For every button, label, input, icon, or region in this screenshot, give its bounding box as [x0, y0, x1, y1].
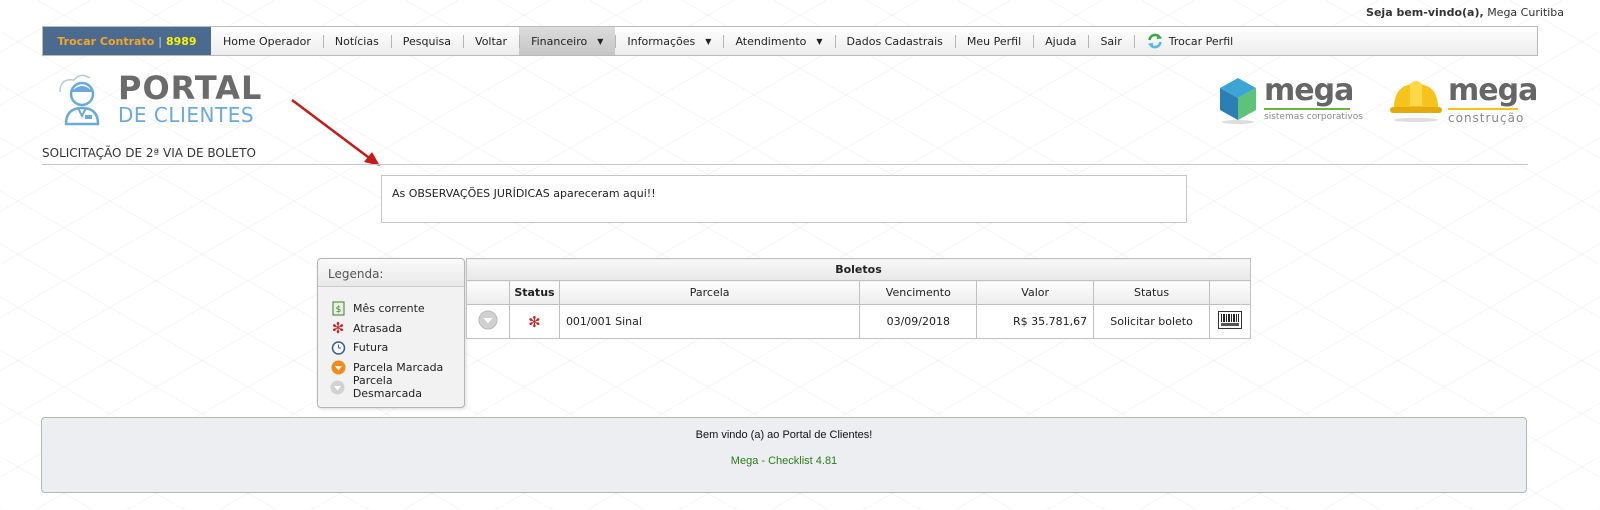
- page-title: SOLICITAÇÃO DE 2ª VIA DE BOLETO: [42, 146, 1528, 165]
- svg-text:$: $: [335, 305, 341, 315]
- document-icon: $: [330, 301, 346, 317]
- nav-label: Dados Cadastrais: [846, 34, 943, 48]
- portal-title-line1: PORTAL: [118, 69, 263, 107]
- contract-separator: |: [158, 34, 162, 48]
- nav-voltar[interactable]: Voltar: [463, 27, 519, 55]
- trocar-contrato-button[interactable]: Trocar Contrato | 8989: [43, 27, 211, 55]
- legend-label: Futura: [353, 341, 389, 355]
- vencimento-cell: 03/09/2018: [859, 304, 978, 339]
- legend-item: ✻ Atrasada: [330, 319, 464, 339]
- gray-circle-down-icon: [330, 379, 346, 395]
- column-header-parcela: Parcela: [558, 280, 861, 305]
- nav-ajuda[interactable]: Ajuda: [1033, 27, 1088, 55]
- customer-avatar-icon: [59, 74, 100, 126]
- legend-title: Legenda:: [318, 259, 464, 287]
- nav-label: Notícias: [334, 34, 379, 48]
- orange-circle-down-icon: [330, 360, 346, 376]
- nav-meu-perfil[interactable]: Meu Perfil: [954, 27, 1033, 55]
- asterisk-icon: ✻: [331, 319, 345, 338]
- chevron-down-icon: ▼: [816, 36, 823, 46]
- nav-noticias[interactable]: Notícias: [322, 27, 391, 55]
- welcome-prefix: Seja bem-vindo(a),: [1366, 6, 1484, 19]
- footer-panel: Bem vindo (a) ao Portal de Clientes! Meg…: [41, 417, 1527, 493]
- observacoes-juridicas-box: As OBSERVAÇÕES JURÍDICAS apareceram aqui…: [381, 175, 1187, 223]
- boletos-table: Boletos Status Parcela Vencimento Valor …: [466, 258, 1252, 339]
- status-icon-cell: ✻: [508, 304, 560, 339]
- nav-label: Voltar: [475, 34, 508, 48]
- nav-informacoes[interactable]: Informações ▼: [615, 27, 723, 55]
- hard-hat-icon: [1390, 81, 1442, 122]
- nav-home-operador[interactable]: Home Operador: [211, 27, 323, 55]
- column-header-status-icon: Status: [508, 280, 560, 305]
- legend-label: Atrasada: [353, 321, 403, 335]
- chevron-down-icon: ▼: [705, 36, 712, 46]
- legend-panel: Legenda: $ Mês corrente ✻ Atrasada Futur…: [317, 258, 465, 408]
- refresh-icon: [1147, 33, 1162, 49]
- observation-text: As OBSERVAÇÕES JURÍDICAS apareceram aqui…: [392, 187, 656, 200]
- nav-label: Sair: [1100, 34, 1122, 48]
- select-parcela-toggle-icon[interactable]: [478, 310, 498, 330]
- footer-version: Mega - Checklist 4.81: [730, 455, 838, 467]
- mega-cube-icon: [1220, 78, 1256, 124]
- footer-welcome: Bem vindo (a) ao Portal de Clientes!: [695, 429, 873, 441]
- nav-label: Meu Perfil: [966, 34, 1022, 48]
- nav-label: Atendimento: [735, 34, 807, 48]
- legend-label: Parcela Desmarcada: [352, 374, 423, 401]
- nav-dados-cadastrais[interactable]: Dados Cadastrais: [834, 27, 955, 55]
- portal-title-line2: DE CLIENTES: [118, 103, 255, 127]
- nav-label: Pesquisa: [402, 34, 452, 48]
- nav-atendimento[interactable]: Atendimento ▼: [723, 27, 834, 55]
- barcode-cell: [1208, 304, 1252, 339]
- top-navigation: Trocar Contrato | 8989 Home Operador Not…: [42, 26, 1538, 56]
- nav-label: Informações: [627, 34, 696, 48]
- mega-construcao-logo: mega construção: [1388, 73, 1538, 125]
- chevron-down-icon: ▼: [597, 36, 604, 46]
- legend-label: Mês corrente: [353, 302, 425, 316]
- parcela-cell: 001/001 Sinal: [558, 304, 861, 339]
- asterisk-icon: ✻: [528, 312, 541, 331]
- valor-cell: R$ 35.781,67: [976, 304, 1095, 339]
- nav-label: Ajuda: [1045, 34, 1077, 48]
- welcome-message: Seja bem-vindo(a), Mega Curitiba: [1366, 6, 1564, 19]
- mega2-word: mega: [1448, 73, 1538, 108]
- barcode-icon[interactable]: [1217, 311, 1242, 329]
- nav-trocar-perfil[interactable]: Trocar Perfil: [1133, 27, 1245, 55]
- table-row: ✻ 001/001 Sinal 03/09/2018 R$ 35.781,67 …: [466, 304, 1252, 339]
- mega2-sub: construção: [1448, 111, 1525, 125]
- select-cell: [466, 304, 510, 339]
- contract-label: Trocar Contrato: [57, 34, 155, 48]
- solicitar-boleto-link[interactable]: Solicitar boleto: [1093, 304, 1210, 339]
- contract-number: 8989: [165, 34, 197, 48]
- nav-sair[interactable]: Sair: [1088, 27, 1133, 55]
- column-header-select: [466, 280, 510, 305]
- nav-label: Financeiro: [531, 34, 588, 48]
- nav-financeiro[interactable]: Financeiro ▼: [519, 27, 616, 55]
- mega1-sub: sistemas corporativos: [1264, 112, 1363, 122]
- welcome-user: Mega Curitiba: [1487, 6, 1564, 19]
- nav-pesquisa[interactable]: Pesquisa: [390, 27, 463, 55]
- boletos-caption: Boletos: [466, 258, 1251, 281]
- mega-sistemas-logo: mega sistemas corporativos: [1218, 76, 1363, 124]
- column-header-status: Status: [1093, 280, 1210, 305]
- legend-item: Futura: [330, 338, 464, 358]
- mega1-word: mega: [1264, 73, 1354, 108]
- nav-label: Trocar Perfil: [1168, 34, 1234, 48]
- legend-item: Parcela Desmarcada: [330, 374, 464, 401]
- column-header-valor: Valor: [976, 280, 1095, 305]
- column-header-barcode: [1208, 280, 1252, 305]
- legend-label: Parcela Marcada: [353, 361, 444, 375]
- legend-item: $ Mês corrente: [330, 299, 464, 319]
- portal-de-clientes-logo: PORTAL DE CLIENTES: [54, 72, 262, 128]
- nav-label: Home Operador: [223, 34, 311, 48]
- clock-icon: [330, 340, 346, 356]
- column-header-vencimento: Vencimento: [859, 280, 978, 305]
